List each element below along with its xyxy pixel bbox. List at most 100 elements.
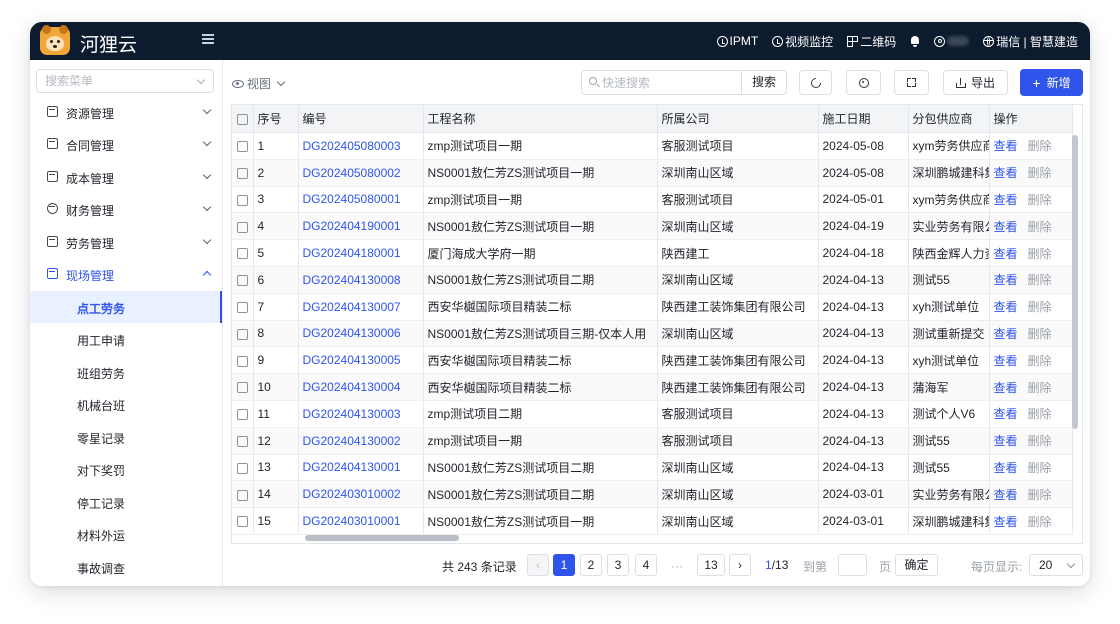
sidebar-item-misc-records[interactable]: 零星记录 — [30, 421, 222, 453]
goto-page-input[interactable] — [838, 554, 867, 576]
row-checkbox[interactable] — [237, 382, 248, 394]
row-checkbox[interactable] — [237, 221, 248, 233]
refresh-button[interactable] — [799, 70, 832, 95]
row-code[interactable]: DG202404130001 — [298, 454, 424, 482]
sidebar-item-team-labor[interactable]: 班组劳务 — [30, 356, 222, 388]
table-row[interactable]: 13 DG202404130001 NS0001敖仁芳ZS测试项目二期 深圳南山区域 2… — [232, 454, 1073, 482]
menu-search[interactable] — [36, 69, 214, 93]
row-checkbox[interactable] — [237, 489, 248, 501]
view-link[interactable]: 查看 — [994, 273, 1018, 287]
table-row[interactable]: 6 DG202404130008 NS0001敖仁芳ZS测试项目二期 深圳南山区域 20… — [232, 266, 1073, 294]
view-link[interactable]: 查看 — [994, 515, 1018, 529]
export-button[interactable]: 导出 — [943, 70, 1008, 95]
row-code[interactable]: DG202403010002 — [298, 480, 424, 509]
qrcode-link[interactable]: 二维码 — [847, 33, 896, 50]
row-code[interactable]: DG202404130008 — [298, 266, 424, 294]
sidebar-item-stoppage[interactable]: 停工记录 — [30, 486, 222, 518]
delete-link[interactable]: 删除 — [1028, 381, 1052, 395]
column-header[interactable]: 分包供应商 — [908, 105, 990, 133]
delete-link[interactable]: 删除 — [1028, 354, 1052, 368]
page-button[interactable]: 1 — [553, 554, 575, 576]
table-row[interactable]: 2 DG202405080002 NS0001敖仁芳ZS测试项目一期 深圳南山区域 20… — [232, 159, 1073, 187]
delete-link[interactable]: 删除 — [1028, 327, 1052, 341]
view-link[interactable]: 查看 — [994, 461, 1018, 475]
delete-link[interactable]: 删除 — [1028, 515, 1052, 529]
row-checkbox[interactable] — [237, 248, 248, 260]
view-link[interactable]: 查看 — [994, 381, 1018, 395]
page-button[interactable]: 4 — [635, 554, 657, 576]
row-code[interactable]: DG202404180001 — [298, 239, 424, 267]
sidebar-menu-labor[interactable]: 劳务管理 — [30, 226, 222, 258]
view-link[interactable]: 查看 — [994, 193, 1018, 207]
delete-link[interactable]: 删除 — [1028, 461, 1052, 475]
row-code[interactable]: DG202404130002 — [298, 427, 424, 455]
row-code[interactable]: DG202405080003 — [298, 132, 424, 160]
menu-collapse-icon[interactable] — [202, 34, 214, 44]
row-checkbox[interactable] — [237, 275, 248, 287]
row-code[interactable]: DG202405080002 — [298, 159, 424, 187]
sidebar-menu-contract[interactable]: 合同管理 — [30, 128, 222, 160]
table-row[interactable]: 4 DG202404190001 NS0001敖仁芳ZS测试项目一期 深圳南山区域 20… — [232, 212, 1073, 241]
row-checkbox[interactable] — [237, 328, 248, 340]
sidebar-menu-cost[interactable]: 成本管理 — [30, 161, 222, 193]
table-row[interactable]: 10 DG202404130004 西安华樾国际项目精装二标 陕西建工装饰集团有限公司… — [232, 373, 1073, 401]
table-row[interactable]: 15 DG202403010001 NS0001敖仁芳ZS测试项目一期 深圳南山区域 2… — [232, 507, 1073, 535]
delete-link[interactable]: 删除 — [1028, 220, 1052, 234]
table-row[interactable]: 12 DG202404130002 zmp测试项目一期 客服测试项目 2024-04-1… — [232, 427, 1073, 455]
table-row[interactable]: 14 DG202403010002 NS0001敖仁芳ZS测试项目二期 深圳南山区域 2… — [232, 480, 1073, 509]
sidebar-item-accident[interactable]: 事故调查 — [30, 551, 222, 583]
horizontal-scrollbar[interactable] — [305, 535, 459, 541]
view-link[interactable]: 查看 — [994, 354, 1018, 368]
goto-confirm-button[interactable]: 确定 — [895, 554, 938, 576]
menu-search-input[interactable] — [37, 70, 185, 92]
view-link[interactable]: 查看 — [994, 327, 1018, 341]
delete-link[interactable]: 删除 — [1028, 488, 1052, 502]
delete-link[interactable]: 删除 — [1028, 193, 1052, 207]
row-code[interactable]: DG202404130004 — [298, 373, 424, 401]
page-button[interactable]: 2 — [580, 554, 602, 576]
page-size-select[interactable]: 20 — [1029, 554, 1083, 576]
table-row[interactable]: 1 DG202405080003 zmp测试项目一期 客服测试项目 2024-05-08… — [232, 132, 1073, 160]
delete-link[interactable]: 删除 — [1028, 273, 1052, 287]
table-row[interactable]: 5 DG202404180001 厦门海成大学府一期 陕西建工 2024-04-18 陕西… — [232, 239, 1073, 267]
delete-link[interactable]: 删除 — [1028, 434, 1052, 448]
sidebar-item-rewards-penalties[interactable]: 对下奖罚 — [30, 453, 222, 485]
settings-button[interactable] — [846, 70, 881, 95]
row-code[interactable]: DG202405080001 — [298, 186, 424, 214]
row-checkbox[interactable] — [237, 141, 248, 153]
row-checkbox[interactable] — [237, 435, 248, 447]
delete-link[interactable]: 删除 — [1028, 300, 1052, 314]
column-header[interactable]: 编号 — [298, 105, 424, 133]
view-link[interactable]: 查看 — [994, 166, 1018, 180]
fullscreen-button[interactable] — [894, 70, 929, 95]
row-checkbox[interactable] — [237, 462, 248, 474]
delete-link[interactable]: 删除 — [1028, 247, 1052, 261]
video-monitor-link[interactable]: 视频监控 — [772, 33, 833, 50]
row-checkbox[interactable] — [237, 516, 248, 528]
sidebar-item-casual-labor[interactable]: 点工劳务 — [30, 291, 222, 323]
table-row[interactable]: 3 DG202405080001 zmp测试项目一期 客服测试项目 2024-05-01… — [232, 186, 1073, 214]
row-code[interactable]: DG202404130006 — [298, 320, 424, 348]
row-checkbox[interactable] — [237, 409, 248, 421]
row-code[interactable]: DG202404130005 — [298, 346, 424, 375]
sidebar-item-material-out[interactable]: 材料外运 — [30, 518, 222, 550]
quick-search-input[interactable] — [600, 71, 754, 94]
view-link[interactable]: 查看 — [994, 300, 1018, 314]
table-row[interactable]: 9 DG202404130005 西安华樾国际项目精装二标 陕西建工装饰集团有限公司 2… — [232, 346, 1073, 375]
page-ellipsis[interactable]: ··· — [671, 559, 683, 583]
row-checkbox[interactable] — [237, 194, 248, 206]
delete-link[interactable]: 删除 — [1028, 139, 1052, 153]
view-link[interactable]: 查看 — [994, 488, 1018, 502]
table-row[interactable]: 11 DG202404130003 zmp测试项目二期 客服测试项目 2024-04-1… — [232, 400, 1073, 428]
vertical-scrollbar[interactable] — [1072, 135, 1078, 429]
row-code[interactable]: DG202403010001 — [298, 507, 424, 535]
notification-button[interactable] — [910, 35, 920, 47]
column-header[interactable]: 施工日期 — [818, 105, 909, 133]
search-button[interactable]: 搜索 — [741, 70, 786, 95]
sidebar-menu-site[interactable]: 现场管理 — [30, 258, 222, 290]
column-header[interactable]: 工程名称 — [423, 105, 658, 133]
view-link[interactable]: 查看 — [994, 434, 1018, 448]
row-checkbox[interactable] — [237, 302, 248, 313]
table-row[interactable]: 8 DG202404130006 NS0001敖仁芳ZS测试项目三期-仅本人用 深圳南… — [232, 320, 1073, 348]
user-menu[interactable] — [934, 35, 970, 47]
